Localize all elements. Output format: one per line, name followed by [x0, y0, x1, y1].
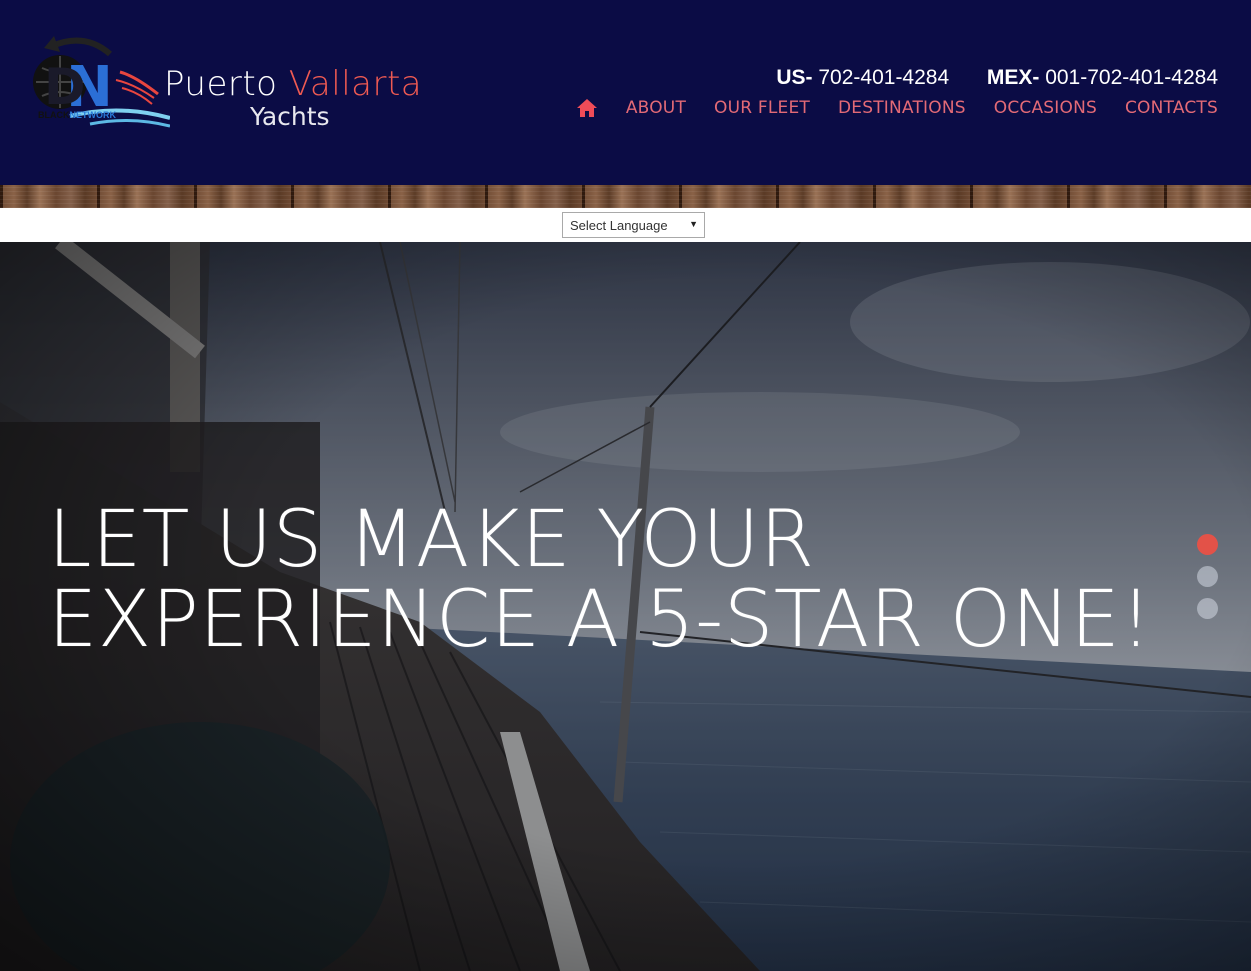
logo-title: Puerto Vallarta: [164, 64, 423, 104]
hero-headline: LET US MAKE YOUR EXPERIENCE A 5-STAR ONE…: [48, 500, 1152, 660]
site-header: N D BLACKNETWORK Puerto Vallarta Yachts …: [0, 0, 1251, 185]
dropdown-arrow-icon: ▼: [689, 219, 698, 229]
slider-dot-1[interactable]: [1197, 534, 1218, 555]
slider-dot-2[interactable]: [1197, 566, 1218, 587]
logo-subtitle: Yachts: [250, 102, 330, 131]
language-select-value: Select Language: [570, 218, 668, 233]
nav-item-about[interactable]: ABOUT: [626, 98, 686, 118]
svg-text:D: D: [44, 58, 86, 116]
hero-headline-line-1: LET US MAKE YOUR: [48, 495, 815, 585]
us-phone-number[interactable]: 702-401-4284: [818, 66, 949, 89]
contact-phones: US- 702-401-4284 MEX- 001-702-401-4284: [776, 66, 1218, 90]
hero-headline-line-2: EXPERIENCE A 5-STAR ONE!: [48, 575, 1153, 665]
language-bar: Select Language ▼: [0, 208, 1251, 242]
us-phone-label: US-: [776, 66, 813, 89]
slider-pagination: [1197, 534, 1219, 630]
hero-slider: LET US MAKE YOUR EXPERIENCE A 5-STAR ONE…: [0, 242, 1251, 971]
language-select[interactable]: Select Language ▼: [562, 212, 705, 238]
nav-item-contacts[interactable]: CONTACTS: [1125, 98, 1218, 118]
nav-item-occasions[interactable]: OCCASIONS: [994, 98, 1097, 118]
home-icon[interactable]: [576, 98, 598, 118]
site-logo[interactable]: N D BLACKNETWORK Puerto Vallarta Yachts: [30, 34, 430, 134]
logo-network-label: BLACKNETWORK: [38, 110, 116, 120]
wood-divider: [0, 185, 1251, 208]
nav-item-our-fleet[interactable]: OUR FLEET: [714, 98, 810, 118]
main-nav: ABOUT OUR FLEET DESTINATIONS OCCASIONS C…: [576, 98, 1218, 118]
slider-dot-3[interactable]: [1197, 598, 1218, 619]
mex-phone-label: MEX-: [986, 66, 1040, 89]
mex-phone-number[interactable]: 001-702-401-4284: [1045, 66, 1218, 89]
nav-item-destinations[interactable]: DESTINATIONS: [838, 98, 966, 118]
